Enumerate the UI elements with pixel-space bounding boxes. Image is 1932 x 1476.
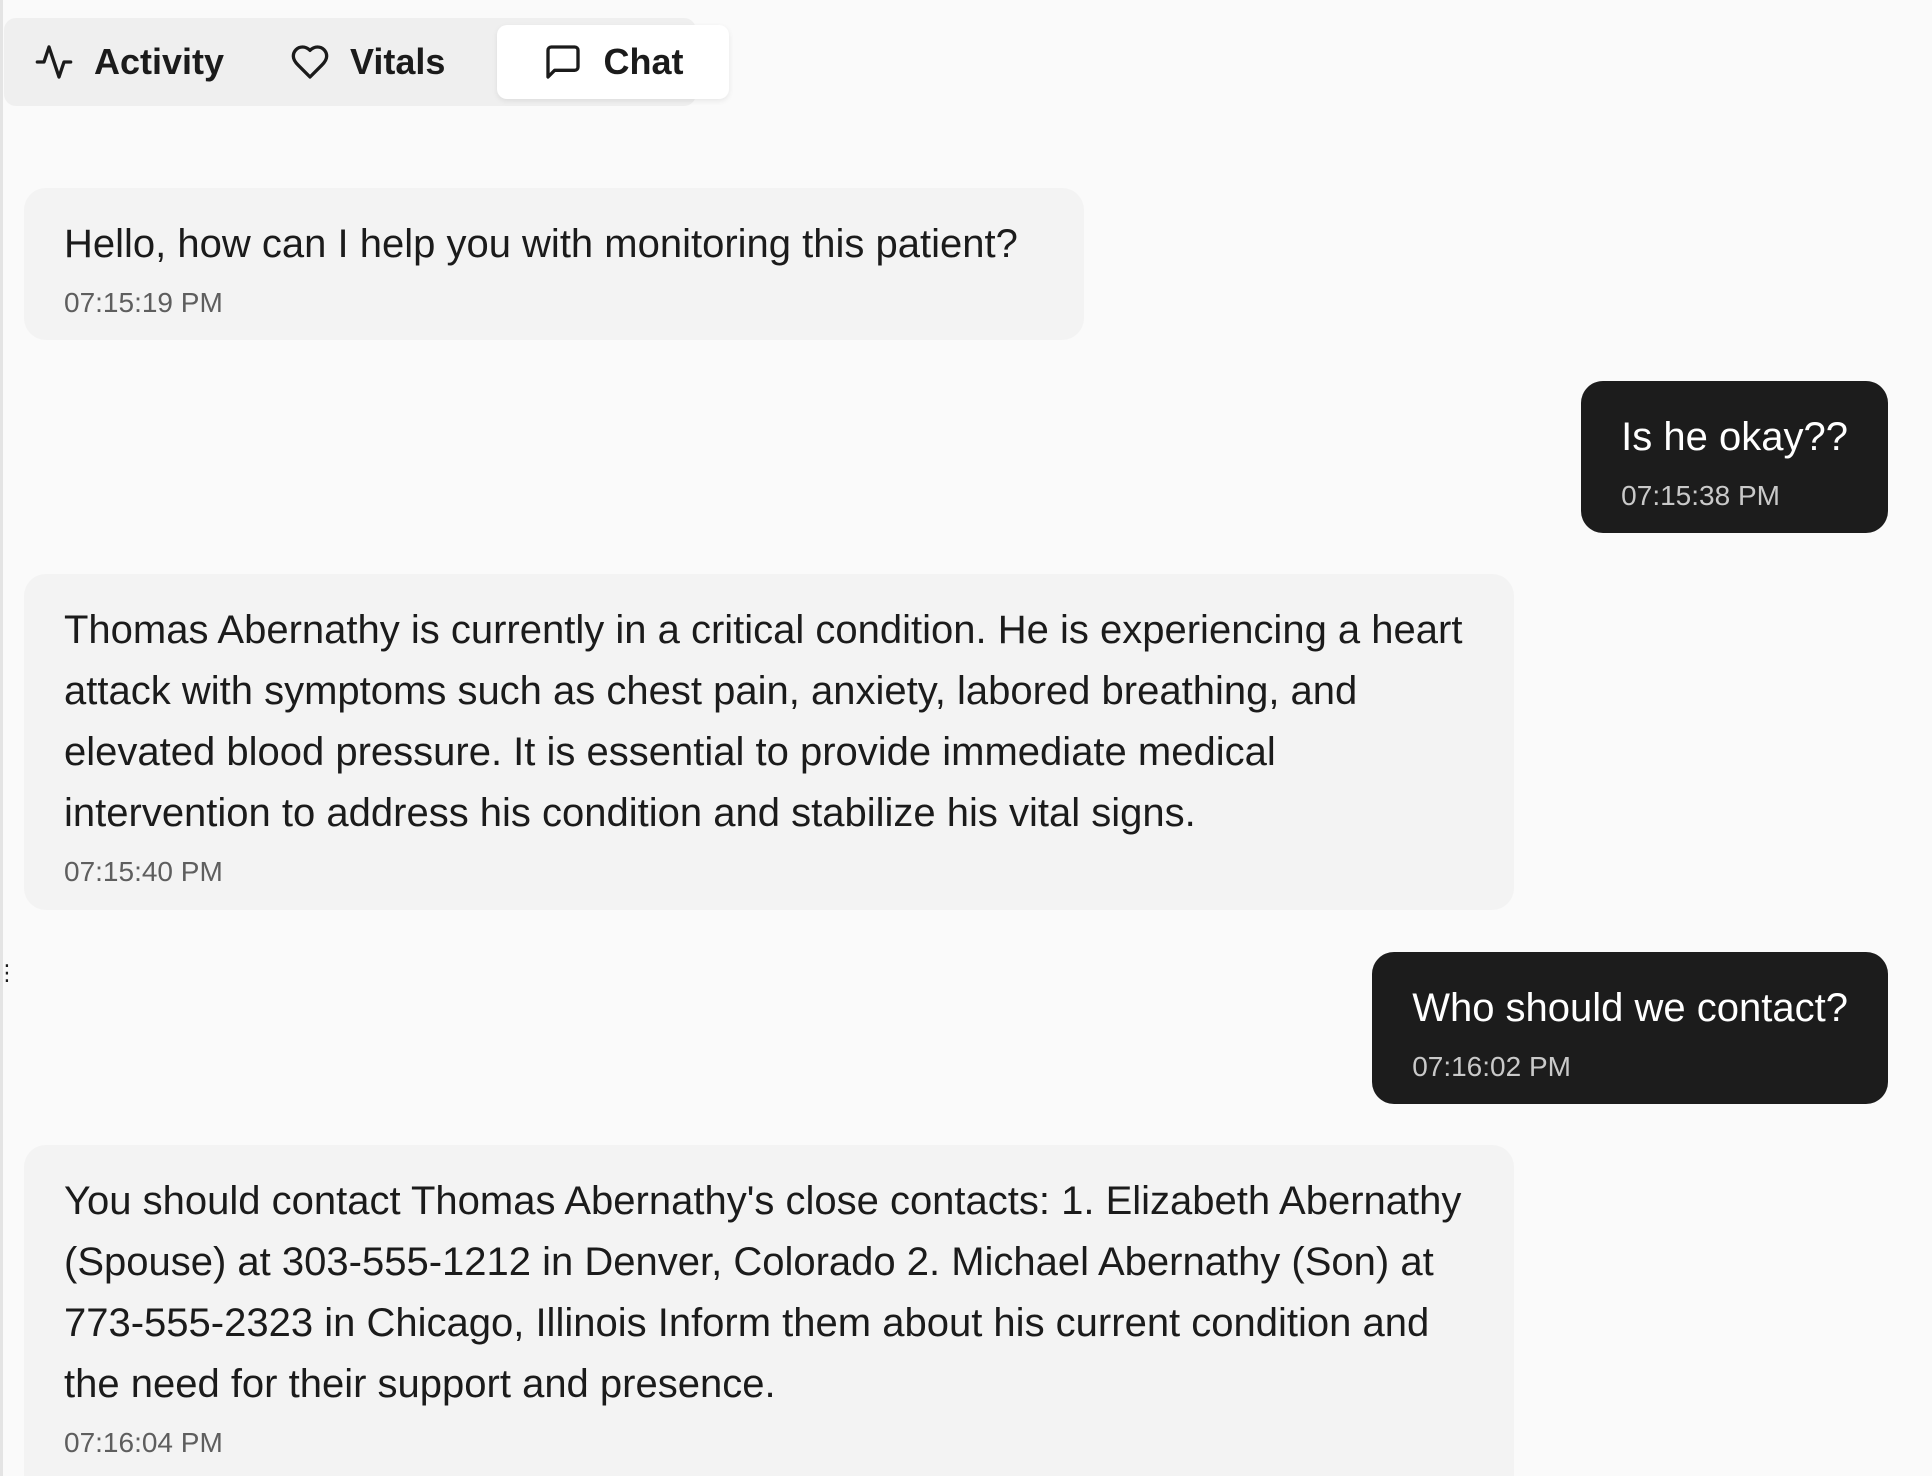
assistant-message: You should contact Thomas Abernathy's cl… [24, 1145, 1514, 1476]
message-timestamp: 07:16:04 PM [64, 1427, 223, 1458]
assistant-message: Thomas Abernathy is currently in a criti… [24, 574, 1514, 910]
message-text: Thomas Abernathy is currently in a criti… [64, 608, 1463, 835]
message-timestamp: 07:15:38 PM [1621, 480, 1780, 511]
message-text: Who should we contact? [1412, 986, 1848, 1030]
message-timestamp: 07:15:40 PM [64, 856, 223, 887]
chat-panel: ⋮ Activity Vitals Chat Hello, how can I … [0, 0, 1932, 1476]
assistant-message: Hello, how can I help you with monitorin… [24, 188, 1084, 340]
message-text: Hello, how can I help you with monitorin… [64, 222, 1018, 266]
message-timestamp: 07:15:19 PM [64, 287, 223, 318]
message-text: Is he okay?? [1621, 415, 1848, 459]
message-text: You should contact Thomas Abernathy's cl… [64, 1179, 1462, 1406]
user-message: Who should we contact? 07:16:02 PM [1372, 952, 1888, 1104]
message-timestamp: 07:16:02 PM [1412, 1051, 1571, 1082]
message-list: Hello, how can I help you with monitorin… [0, 0, 1932, 1476]
user-message: Is he okay?? 07:15:38 PM [1581, 381, 1888, 533]
